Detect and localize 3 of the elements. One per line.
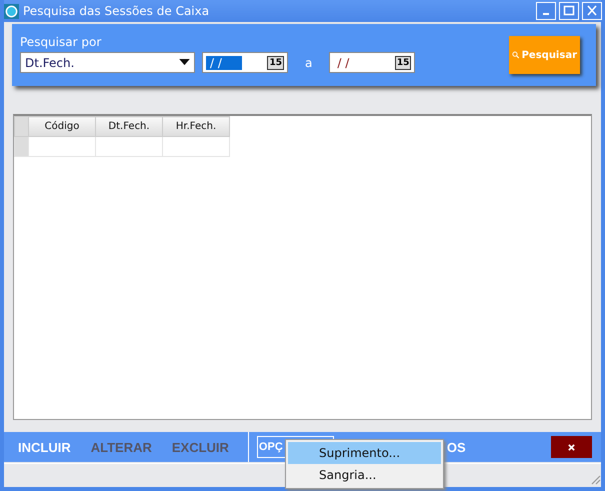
window-title: Pesquisa das Sessões de Caixa	[23, 4, 210, 18]
search-label: Pesquisar por	[20, 35, 102, 49]
range-separator: a	[305, 56, 312, 70]
